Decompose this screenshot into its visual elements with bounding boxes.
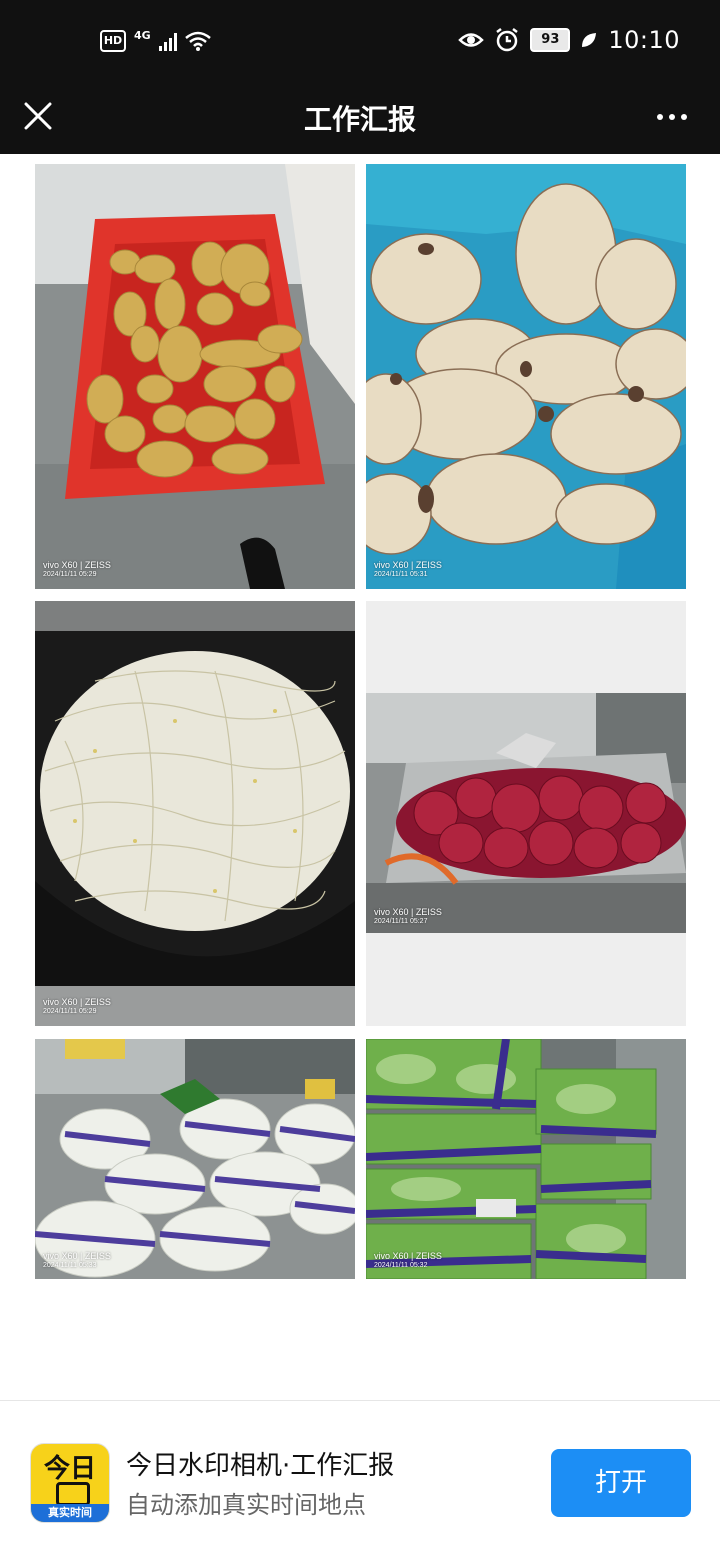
- lotus-roots-image: [366, 164, 686, 589]
- watermark: vivo X60 | ZEISS 2024/11/11 05:27: [374, 907, 442, 925]
- status-left: HD 4G: [100, 28, 211, 52]
- photo-red-onions[interactable]: vivo X60 | ZEISS 2024/11/11 05:27: [366, 601, 686, 1026]
- dot-icon: [669, 114, 675, 120]
- network-type: 4G: [134, 28, 151, 42]
- watermark-date: 2024/11/11 05:29: [43, 571, 97, 578]
- watermark: vivo X60 | ZEISS 2024/11/11 05:32: [374, 1251, 442, 1269]
- watermark-date: 2024/11/11 05:27: [374, 918, 428, 925]
- status-bar: HD 4G 93 10:10: [0, 0, 720, 84]
- watermark-brand: vivo X60 | ZEISS: [374, 560, 442, 570]
- watermark-date: 2024/11/11 05:29: [43, 1008, 97, 1015]
- watermark-date: 2024/11/11 05:33: [43, 1262, 97, 1269]
- dot-icon: [681, 114, 687, 120]
- watermark: vivo X60 | ZEISS 2024/11/11 05:33: [43, 1251, 111, 1269]
- more-options-button[interactable]: [652, 102, 692, 132]
- battery-indicator: 93: [530, 28, 571, 52]
- watermark: vivo X60 | ZEISS 2024/11/11 05:31: [374, 560, 442, 578]
- app-logo[interactable]: 今日 真实时间: [30, 1443, 110, 1523]
- dot-icon: [657, 114, 663, 120]
- watermark-date: 2024/11/11 05:31: [374, 571, 428, 578]
- logo-text: 今日: [43, 1454, 96, 1484]
- hd-indicator: HD: [100, 30, 126, 52]
- cauliflower-image: [35, 1039, 355, 1279]
- banner-title: 今日水印相机·工作汇报: [126, 1451, 395, 1481]
- photo-potatoes[interactable]: vivo X60 | ZEISS 2024/11/11 05:29: [35, 164, 355, 589]
- bean-sprouts-image: [35, 601, 355, 1026]
- red-onions-image: [366, 693, 686, 933]
- title-bar: 工作汇报: [0, 84, 720, 154]
- photo-lotus-roots[interactable]: vivo X60 | ZEISS 2024/11/11 05:31: [366, 164, 686, 589]
- watermark-brand: vivo X60 | ZEISS: [374, 1251, 442, 1261]
- alarm-icon: [496, 28, 519, 52]
- photo-bean-sprouts[interactable]: vivo X60 | ZEISS 2024/11/11 05:29: [35, 601, 355, 1026]
- open-app-button[interactable]: 打开: [551, 1449, 691, 1517]
- app-promo-banner: 今日 真实时间 今日水印相机·工作汇报 自动添加真实时间地点 打开: [0, 1400, 720, 1561]
- potatoes-image: [35, 164, 355, 589]
- logo-strip-text: 真实时间: [31, 1504, 109, 1522]
- watermark-brand: vivo X60 | ZEISS: [43, 1251, 111, 1261]
- watermark-date: 2024/11/11 05:32: [374, 1262, 428, 1269]
- banner-subtitle: 自动添加真实时间地点: [126, 1491, 366, 1519]
- watermark: vivo X60 | ZEISS 2024/11/11 05:29: [43, 560, 111, 578]
- bok-choy-image: [366, 1039, 686, 1279]
- page-title: 工作汇报: [303, 103, 416, 136]
- watermark-brand: vivo X60 | ZEISS: [43, 560, 111, 570]
- power-saving-leaf-icon: [582, 33, 597, 47]
- status-right: 93 10:10: [458, 26, 680, 54]
- wifi-icon: [184, 31, 211, 51]
- watermark-brand: vivo X60 | ZEISS: [374, 907, 442, 917]
- signal-icon: [158, 31, 177, 51]
- camera-icon: [56, 1482, 90, 1506]
- photo-cauliflower[interactable]: vivo X60 | ZEISS 2024/11/11 05:33: [35, 1039, 355, 1279]
- eye-comfort-icon: [458, 33, 485, 47]
- photo-bok-choy[interactable]: vivo X60 | ZEISS 2024/11/11 05:32: [366, 1039, 686, 1279]
- clock: 10:10: [608, 26, 680, 54]
- watermark: vivo X60 | ZEISS 2024/11/11 05:29: [43, 997, 111, 1015]
- watermark-brand: vivo X60 | ZEISS: [43, 997, 111, 1007]
